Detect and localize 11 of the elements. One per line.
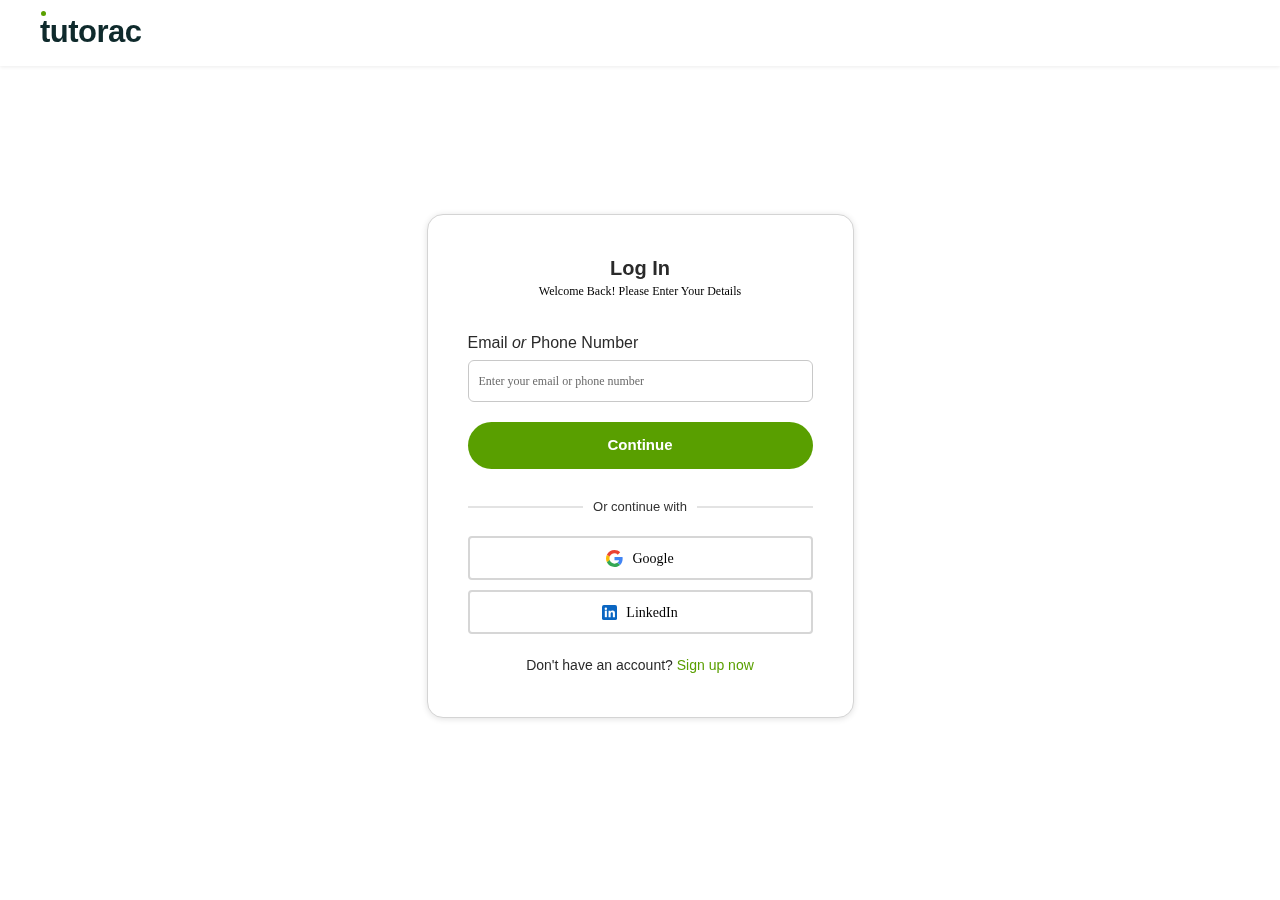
signup-prompt: Don't have an account? [526, 657, 673, 673]
linkedin-logo-icon [602, 604, 618, 620]
google-logo-icon [606, 549, 624, 567]
logo[interactable]: tutorac [40, 16, 142, 50]
email-phone-field[interactable]: Enter your email or phone number [467, 360, 813, 402]
google-button[interactable]: Google [467, 536, 813, 580]
field-label: Email or Phone Number [467, 333, 640, 353]
login-title: Log In [609, 256, 671, 281]
linkedin-button[interactable]: LinkedIn [467, 590, 813, 634]
divider-text: Or continue with [593, 499, 687, 515]
login-subtitle: Welcome Back! Please Enter Your Details [537, 283, 743, 299]
